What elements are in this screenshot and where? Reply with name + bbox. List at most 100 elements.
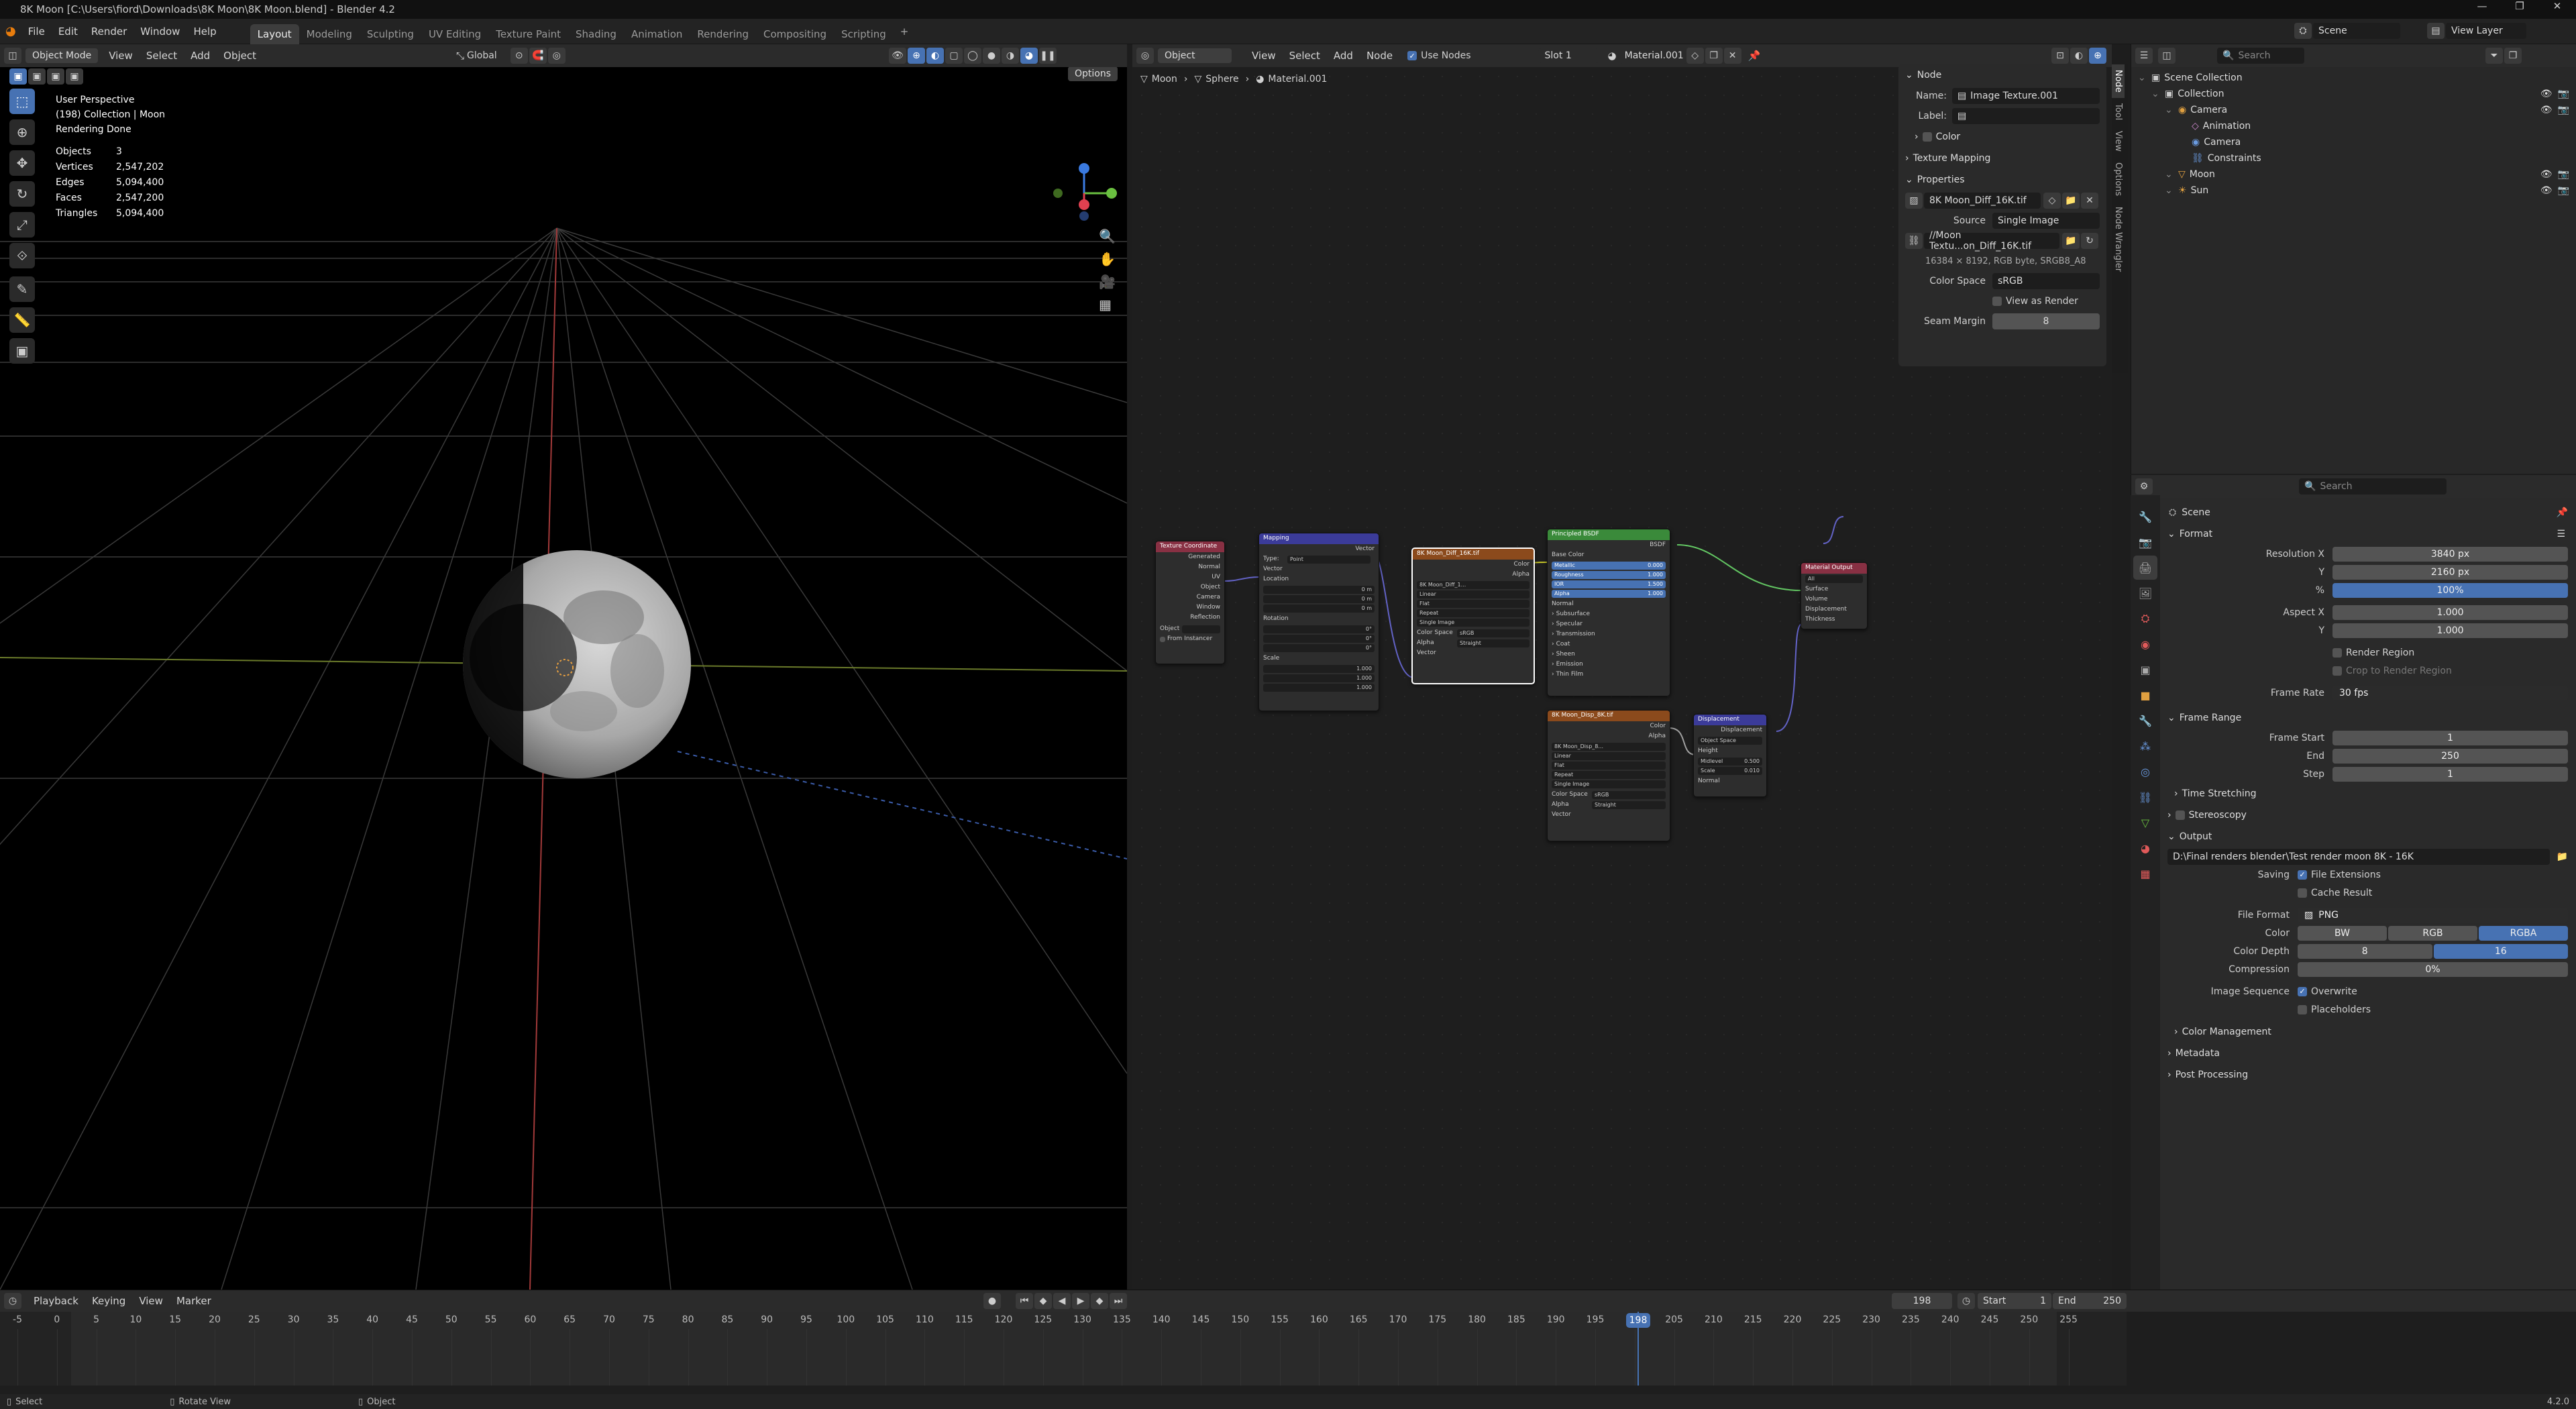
projection-dropdown[interactable]: Flat: [1417, 600, 1529, 608]
snap-icon[interactable]: 🧲: [529, 48, 547, 64]
timeline-type-icon[interactable]: ◷: [4, 1293, 21, 1309]
node-material-output[interactable]: Material Output All Surface Volume Displ…: [1801, 562, 1868, 629]
metadata-panel-header[interactable]: › Metadata: [2163, 1043, 2576, 1064]
color-depth-8[interactable]: 8: [2298, 943, 2432, 959]
image-datablock-field[interactable]: 8K Moon_Diff_16K.tif: [1924, 193, 2041, 209]
outliner-type-icon[interactable]: ☰: [2135, 48, 2153, 64]
mode-selector[interactable]: Object Mode: [25, 48, 99, 63]
bsdf-row-subsurface[interactable]: › Subsurface: [1548, 609, 1670, 619]
scene-tab-icon[interactable]: ⛭: [2133, 607, 2157, 631]
add-workspace-icon[interactable]: +: [894, 25, 916, 38]
tab-layout[interactable]: Layout: [250, 23, 299, 44]
view-layer-icon[interactable]: ▤: [2427, 23, 2445, 39]
rendered-shading-icon[interactable]: ◕: [1020, 48, 1038, 64]
menu-file[interactable]: File: [21, 19, 52, 44]
node-section-header[interactable]: ⌄ Node: [1898, 64, 2106, 86]
bsdf-row-sheen[interactable]: › Sheen: [1548, 649, 1670, 660]
tab-texture-paint[interactable]: Texture Paint: [488, 24, 568, 44]
name-field[interactable]: ▤ Image Texture.001: [1952, 88, 2100, 104]
tree-toggle-icon[interactable]: ⌄: [2165, 169, 2174, 180]
move-icon[interactable]: ✥: [9, 150, 35, 176]
bsdf-field-roughness[interactable]: Roughness 1.000: [1552, 571, 1666, 579]
render-camera-icon[interactable]: 📷: [2558, 105, 2569, 115]
visibility-eye-icon[interactable]: 👁: [2540, 169, 2553, 180]
properties-search[interactable]: 🔍 Search: [2299, 478, 2447, 494]
outliner-item-scene-collection[interactable]: ⌄ ▣ Scene Collection: [2131, 70, 2576, 86]
pin-icon[interactable]: 📌: [2557, 507, 2568, 518]
xray-icon[interactable]: ▢: [945, 48, 963, 64]
extension-dropdown[interactable]: Repeat: [1417, 609, 1529, 617]
viewport-menu-object[interactable]: Object: [217, 44, 263, 67]
node-texture-coordinate[interactable]: Texture Coordinate Generated Normal UV Obje…: [1155, 541, 1225, 664]
3d-viewport[interactable]: User Perspective (198) Collection | Moon…: [0, 67, 1127, 1290]
timeline-ruler[interactable]: -5 0 5 10 15 20 25 30 35 40 45 50 55 60 65 70 75 80 85 90 95…: [0, 1312, 2127, 1386]
tab-uv-editing[interactable]: UV Editing: [421, 24, 488, 44]
rotation-x[interactable]: 0°: [1263, 625, 1375, 633]
outliner-item-camera[interactable]: ⌄ ◉ Camera 👁 📷: [2131, 102, 2576, 118]
tab-animation[interactable]: Animation: [624, 24, 690, 44]
render-camera-icon[interactable]: 📷: [2558, 169, 2569, 180]
editor-type-icon[interactable]: ◫: [4, 48, 21, 64]
filter-icon[interactable]: ⏷: [2485, 48, 2503, 64]
node-mapping[interactable]: Mapping Vector Type: Point Vector Locatio…: [1258, 533, 1379, 711]
bsdf-row-thin-film[interactable]: › Thin Film: [1548, 670, 1670, 680]
image-selector[interactable]: 8K Moon_Diff_1...: [1417, 581, 1529, 589]
shader-type-selector[interactable]: Object: [1158, 48, 1232, 63]
tool-tab-icon[interactable]: 🔧: [2133, 505, 2157, 529]
rotation-y[interactable]: 0°: [1263, 635, 1375, 643]
scene-selector[interactable]: Scene: [2313, 23, 2400, 39]
reload-icon[interactable]: ↻: [2081, 233, 2098, 249]
frame-start-field[interactable]: 1: [2332, 730, 2568, 745]
end-frame-field[interactable]: End 250: [2053, 1293, 2127, 1309]
outliner-item-camera[interactable]: ◉ Camera: [2131, 134, 2576, 150]
select-box-icon[interactable]: ⬚: [9, 89, 35, 114]
interpolation-dropdown[interactable]: Linear: [1417, 590, 1529, 598]
node-gizmo-icon[interactable]: ⊕: [2089, 48, 2106, 64]
frame-step-field[interactable]: 1: [2332, 766, 2568, 782]
outliner-item-sun[interactable]: ⌄ ☀ Sun 👁 📷: [2131, 182, 2576, 199]
placeholders-checkbox[interactable]: [2298, 1004, 2307, 1014]
jump-start-icon[interactable]: ⏮: [1016, 1293, 1033, 1309]
color-checkbox[interactable]: [1922, 132, 1932, 142]
file-extensions-checkbox[interactable]: ✓: [2298, 870, 2307, 880]
resolution-y-field[interactable]: 2160 px: [2332, 564, 2568, 580]
menu-help[interactable]: Help: [186, 19, 223, 44]
sidebar-tab-options[interactable]: Options: [2112, 157, 2125, 201]
jump-end-icon[interactable]: ⏭: [1110, 1293, 1127, 1309]
data-tab-icon[interactable]: ▽: [2133, 811, 2157, 835]
alpha-dropdown[interactable]: Straight: [1457, 639, 1529, 647]
tree-toggle-icon[interactable]: ⌄: [2165, 185, 2174, 196]
view-layer-selector[interactable]: View Layer: [2446, 23, 2526, 39]
node-displacement[interactable]: Displacement Displacement Object Space H…: [1693, 714, 1767, 797]
play-icon[interactable]: ▶: [1072, 1293, 1089, 1309]
folder-icon[interactable]: 📁: [2557, 851, 2568, 862]
stereoscopy-checkbox[interactable]: [2175, 811, 2185, 820]
slot-selector[interactable]: Slot 1: [1538, 48, 1599, 63]
start-frame-field[interactable]: Start 1: [1978, 1293, 2051, 1309]
bsdf-row-coat[interactable]: › Coat: [1548, 639, 1670, 649]
select-new-icon[interactable]: ▣: [9, 68, 27, 85]
node-image-texture-displacement[interactable]: 8K Moon_Disp_8K.tif Color Alpha 8K Moon_…: [1547, 710, 1670, 841]
location-z[interactable]: 0 m: [1263, 605, 1375, 613]
source-dropdown[interactable]: Single Image: [1992, 213, 2100, 229]
grid-view-icon[interactable]: ▦: [1099, 297, 1116, 313]
view-as-render-checkbox[interactable]: [1992, 297, 2002, 306]
modifier-tab-icon[interactable]: 🔧: [2133, 709, 2157, 733]
scale-field[interactable]: Scale 0.010: [1698, 767, 1762, 775]
image-selector[interactable]: 8K Moon_Disp_8...: [1552, 743, 1666, 751]
tab-rendering[interactable]: Rendering: [690, 24, 756, 44]
aspect-x-field[interactable]: 1.000: [2332, 605, 2568, 620]
unlink-material-icon[interactable]: ✕: [1723, 48, 1741, 64]
color-depth-16[interactable]: 16: [2433, 943, 2568, 959]
play-reverse-icon[interactable]: ◀: [1053, 1293, 1071, 1309]
from-instancer-checkbox[interactable]: [1160, 636, 1165, 642]
jump-key-forward-icon[interactable]: ◆: [1091, 1293, 1108, 1309]
timeline-menu-marker[interactable]: Marker: [170, 1290, 218, 1312]
orientation-selector[interactable]: Global: [467, 50, 497, 61]
tab-shading[interactable]: Shading: [568, 24, 624, 44]
bsdf-row-transmission[interactable]: › Transmission: [1548, 629, 1670, 639]
render-camera-icon[interactable]: 📷: [2558, 89, 2569, 99]
add-cube-icon[interactable]: ▣: [9, 338, 35, 364]
physics-tab-icon[interactable]: ◎: [2133, 760, 2157, 784]
pin-icon[interactable]: 📌: [1748, 50, 1761, 62]
